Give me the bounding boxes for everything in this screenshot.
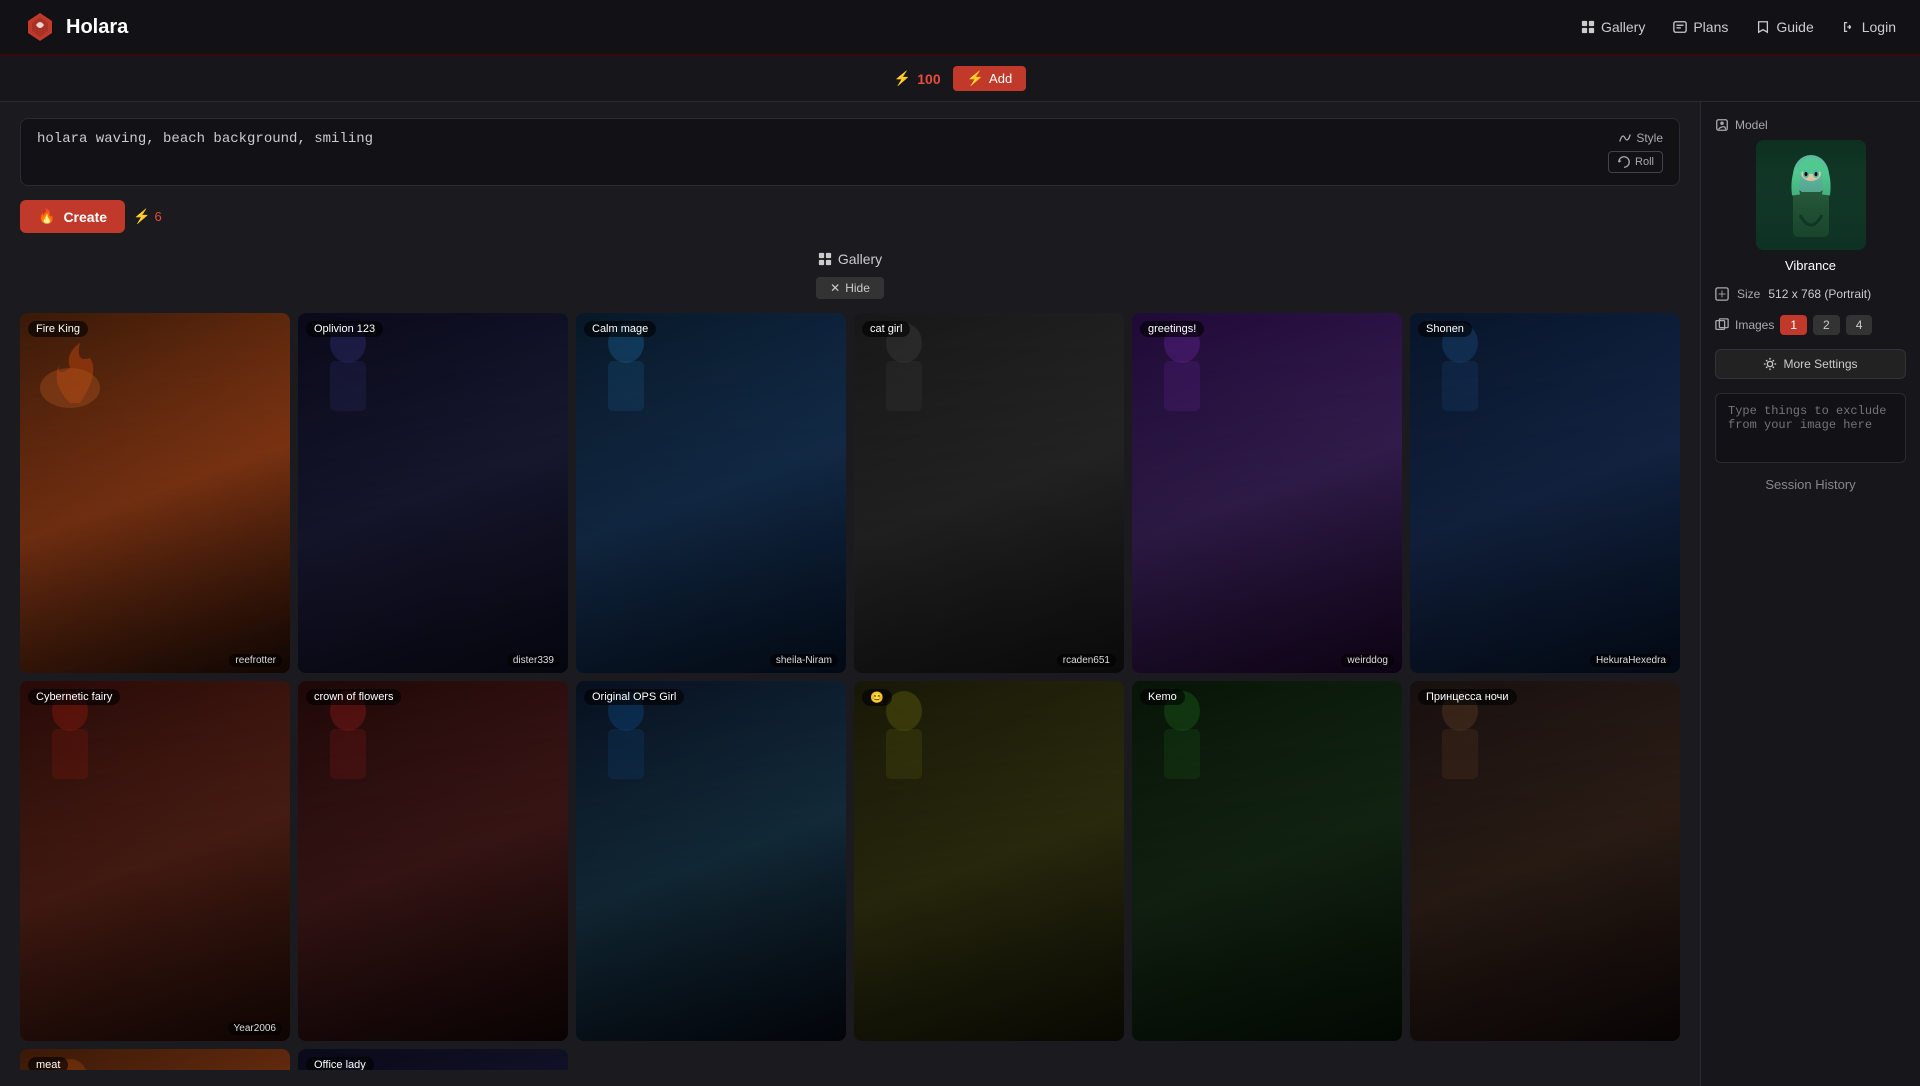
- card-title: cat girl: [862, 321, 910, 337]
- size-section: Size 512 x 768 (Portrait): [1715, 287, 1906, 301]
- image-card[interactable]: crown of flowers: [298, 681, 568, 1041]
- image-card[interactable]: Calm mage sheila-Niram: [576, 313, 846, 673]
- bolt-icon: ⚡: [894, 70, 911, 87]
- model-name: Vibrance: [1785, 258, 1836, 273]
- nav-plans[interactable]: Plans: [1673, 19, 1728, 35]
- card-title: Oplivion 123: [306, 321, 383, 337]
- image-card[interactable]: Принцесса ночи: [1410, 681, 1680, 1041]
- create-row: 🔥 Create ⚡ 6: [20, 200, 1680, 233]
- right-sidebar: Model: [1700, 102, 1920, 1086]
- card-title: Fire King: [28, 321, 88, 337]
- logo-icon: [24, 11, 56, 43]
- card-title: Original OPS Girl: [584, 689, 684, 705]
- card-title: greetings!: [1140, 321, 1204, 337]
- create-icon: 🔥: [38, 208, 55, 225]
- prompt-container: holara waving, beach background, smiling…: [20, 118, 1680, 186]
- image-card[interactable]: Original OPS Girl: [576, 681, 846, 1041]
- card-author: weirddog: [1341, 654, 1394, 667]
- card-title: meat: [28, 1057, 68, 1070]
- size-label: Size: [1737, 287, 1760, 301]
- negative-prompt-input[interactable]: [1715, 393, 1906, 463]
- image-grid: Fire King reefrotter Oplivion 123 dister339…: [20, 313, 1680, 1070]
- style-button[interactable]: Style: [1618, 131, 1663, 145]
- card-author: reefrotter: [229, 654, 282, 667]
- credits-amount: 100: [917, 71, 940, 87]
- roll-button[interactable]: Roll: [1608, 151, 1663, 173]
- model-thumbnail[interactable]: [1756, 140, 1866, 250]
- credits-display: ⚡ 100: [894, 70, 941, 87]
- image-card[interactable]: Oplivion 123 dister339: [298, 313, 568, 673]
- card-author: HekuraHexedra: [1590, 654, 1672, 667]
- logo-text: Holara: [66, 16, 128, 39]
- cost-bolt-icon: ⚡: [133, 208, 150, 225]
- more-settings-button[interactable]: More Settings: [1715, 349, 1906, 379]
- image-count-2-button[interactable]: 2: [1813, 315, 1840, 335]
- nav-guide[interactable]: Guide: [1756, 19, 1813, 35]
- top-bar: Holara Gallery Plans Guide Login: [0, 0, 1920, 56]
- card-author: rcaden651: [1057, 654, 1116, 667]
- cost-badge: ⚡ 6: [133, 208, 162, 225]
- prompt-controls: Style Roll: [1608, 131, 1663, 173]
- model-label-row: Model: [1715, 118, 1768, 132]
- image-card[interactable]: Kemo: [1132, 681, 1402, 1041]
- card-title: Shonen: [1418, 321, 1472, 337]
- model-section: Model: [1715, 118, 1906, 273]
- nav-gallery[interactable]: Gallery: [1581, 19, 1645, 35]
- image-card[interactable]: Cybernetic fairy Year2006: [20, 681, 290, 1041]
- image-card[interactable]: 😊: [854, 681, 1124, 1041]
- image-card[interactable]: greetings! weirddog: [1132, 313, 1402, 673]
- image-card[interactable]: Fire King reefrotter: [20, 313, 290, 673]
- prompt-input[interactable]: holara waving, beach background, smiling: [37, 131, 1608, 171]
- gallery-label-row: Gallery: [818, 251, 882, 267]
- image-card[interactable]: meat: [20, 1049, 290, 1070]
- image-card[interactable]: Shonen HekuraHexedra: [1410, 313, 1680, 673]
- image-count-1-button[interactable]: 1: [1780, 315, 1807, 335]
- card-title: Принцесса ночи: [1418, 689, 1517, 705]
- session-history-label[interactable]: Session History: [1715, 477, 1906, 492]
- gallery-section: Gallery ✕ Hide Fire King reefrotter Oplivi…: [20, 251, 1680, 1070]
- images-label: Images: [1735, 318, 1774, 332]
- add-credits-button[interactable]: ⚡ Add: [953, 66, 1027, 91]
- size-value: 512 x 768 (Portrait): [1768, 287, 1871, 301]
- cost-value: 6: [154, 209, 161, 224]
- card-title: Calm mage: [584, 321, 656, 337]
- image-card[interactable]: cat girl rcaden651: [854, 313, 1124, 673]
- card-title: crown of flowers: [306, 689, 401, 705]
- image-count-4-button[interactable]: 4: [1846, 315, 1873, 335]
- hide-gallery-button[interactable]: ✕ Hide: [816, 277, 884, 299]
- images-section: Images 1 2 4: [1715, 315, 1906, 335]
- card-author: Year2006: [228, 1022, 282, 1035]
- create-button[interactable]: 🔥 Create: [20, 200, 125, 233]
- content-area: holara waving, beach background, smiling…: [0, 102, 1700, 1086]
- nav-login[interactable]: Login: [1842, 19, 1896, 35]
- main-layout: holara waving, beach background, smiling…: [0, 102, 1920, 1086]
- gallery-header: Gallery ✕ Hide: [20, 251, 1680, 299]
- card-author: sheila-Niram: [770, 654, 838, 667]
- card-title: 😊: [862, 689, 892, 706]
- card-title: Office lady: [306, 1057, 374, 1070]
- credits-bar: ⚡ 100 ⚡ Add: [0, 56, 1920, 102]
- logo-area: Holara: [24, 11, 128, 43]
- add-bolt-icon: ⚡: [967, 70, 984, 87]
- card-title: Kemo: [1140, 689, 1185, 705]
- card-title: Cybernetic fairy: [28, 689, 120, 705]
- image-card[interactable]: Office lady: [298, 1049, 568, 1070]
- nav-links: Gallery Plans Guide Login: [1581, 19, 1896, 35]
- card-author: dister339: [507, 654, 560, 667]
